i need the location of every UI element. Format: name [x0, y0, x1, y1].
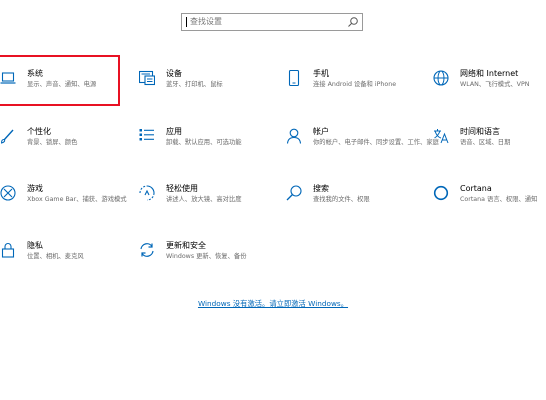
- tile-title: 更新和安全: [166, 241, 206, 250]
- tile-title: 帐户: [313, 127, 329, 136]
- cortana-icon: [433, 185, 449, 201]
- tile-title: 时间和语言: [460, 127, 500, 136]
- tile-description: 位置、相机、麦克风: [27, 253, 84, 260]
- xbox-icon: [0, 185, 16, 201]
- lock-icon: [0, 242, 16, 258]
- tile-privacy[interactable]: 隐私 位置、相机、麦克风: [0, 240, 118, 286]
- brush-icon: [0, 128, 16, 144]
- tile-description: 语音、区域、日期: [460, 139, 511, 146]
- language-icon: [433, 128, 449, 144]
- globe-icon: [433, 70, 449, 86]
- tile-title: 游戏: [27, 184, 43, 193]
- tile-time-language[interactable]: 时间和语言 语音、区域、日期: [433, 126, 546, 172]
- tile-description: Windows 更新、恢复、备份: [166, 253, 247, 260]
- refresh-icon: [139, 242, 155, 258]
- tile-title: 隐私: [27, 241, 43, 250]
- tile-cortana[interactable]: Cortana Cortana 语言、权限、通知: [433, 183, 546, 229]
- tile-title: 设备: [166, 69, 182, 78]
- tile-title: 个性化: [27, 127, 51, 136]
- selection-highlight: [0, 55, 120, 106]
- tile-description: 讲述人、放大镜、高对比度: [166, 196, 242, 203]
- search-input-placeholder: 查找设置: [190, 17, 222, 26]
- person-icon: [286, 128, 302, 144]
- tile-gaming[interactable]: 游戏 Xbox Game Bar、捕获、游戏模式: [0, 183, 127, 229]
- search-icon: [286, 185, 302, 201]
- activate-windows-link[interactable]: Windows 没有激活。请立即激活 Windows。: [0, 299, 546, 309]
- tile-description: 蓝牙、打印机、鼠标: [166, 81, 223, 88]
- tile-ease-of-access[interactable]: 轻松使用 讲述人、放大镜、高对比度: [139, 183, 257, 229]
- tile-description: WLAN、飞行模式、VPN: [460, 81, 530, 88]
- tile-devices[interactable]: 设备 蓝牙、打印机、鼠标: [139, 68, 257, 114]
- search-icon: [347, 16, 359, 28]
- tile-description: 查找我的文件、权限: [313, 196, 370, 203]
- tile-apps[interactable]: 应用 卸载、默认应用、可选功能: [139, 126, 257, 172]
- tile-network[interactable]: 网络和 Internet WLAN、飞行模式、VPN: [433, 68, 546, 114]
- tile-phone[interactable]: 手机 连接 Android 设备和 iPhone: [286, 68, 404, 114]
- tile-description: 背景、锁屏、颜色: [27, 139, 78, 146]
- tile-title: 网络和 Internet: [460, 69, 519, 78]
- tile-title: Cortana: [460, 184, 492, 193]
- tile-update-security[interactable]: 更新和安全 Windows 更新、恢复、备份: [139, 240, 257, 286]
- ease-of-access-icon: [139, 185, 155, 201]
- phone-icon: [286, 70, 302, 86]
- tile-title: 应用: [166, 127, 182, 136]
- tile-description: 连接 Android 设备和 iPhone: [313, 81, 397, 88]
- tile-description: Xbox Game Bar、捕获、游戏模式: [27, 196, 127, 203]
- tile-title: 手机: [313, 69, 329, 78]
- tile-description: Cortana 语言、权限、通知: [460, 196, 538, 203]
- tile-search[interactable]: 搜索 查找我的文件、权限: [286, 183, 404, 229]
- search-box[interactable]: 查找设置: [181, 13, 363, 31]
- keyboard-icon: [139, 70, 155, 86]
- tile-title: 搜索: [313, 184, 329, 193]
- tile-personalization[interactable]: 个性化 背景、锁屏、颜色: [0, 126, 118, 172]
- tile-accounts[interactable]: 帐户 你的帐户、电子邮件、同步设置、工作、家庭: [286, 126, 439, 172]
- tile-description: 你的帐户、电子邮件、同步设置、工作、家庭: [313, 139, 439, 146]
- apps-list-icon: [139, 128, 155, 144]
- tile-title: 轻松使用: [166, 184, 198, 193]
- tile-description: 卸载、默认应用、可选功能: [166, 139, 242, 146]
- text-caret: [186, 17, 187, 27]
